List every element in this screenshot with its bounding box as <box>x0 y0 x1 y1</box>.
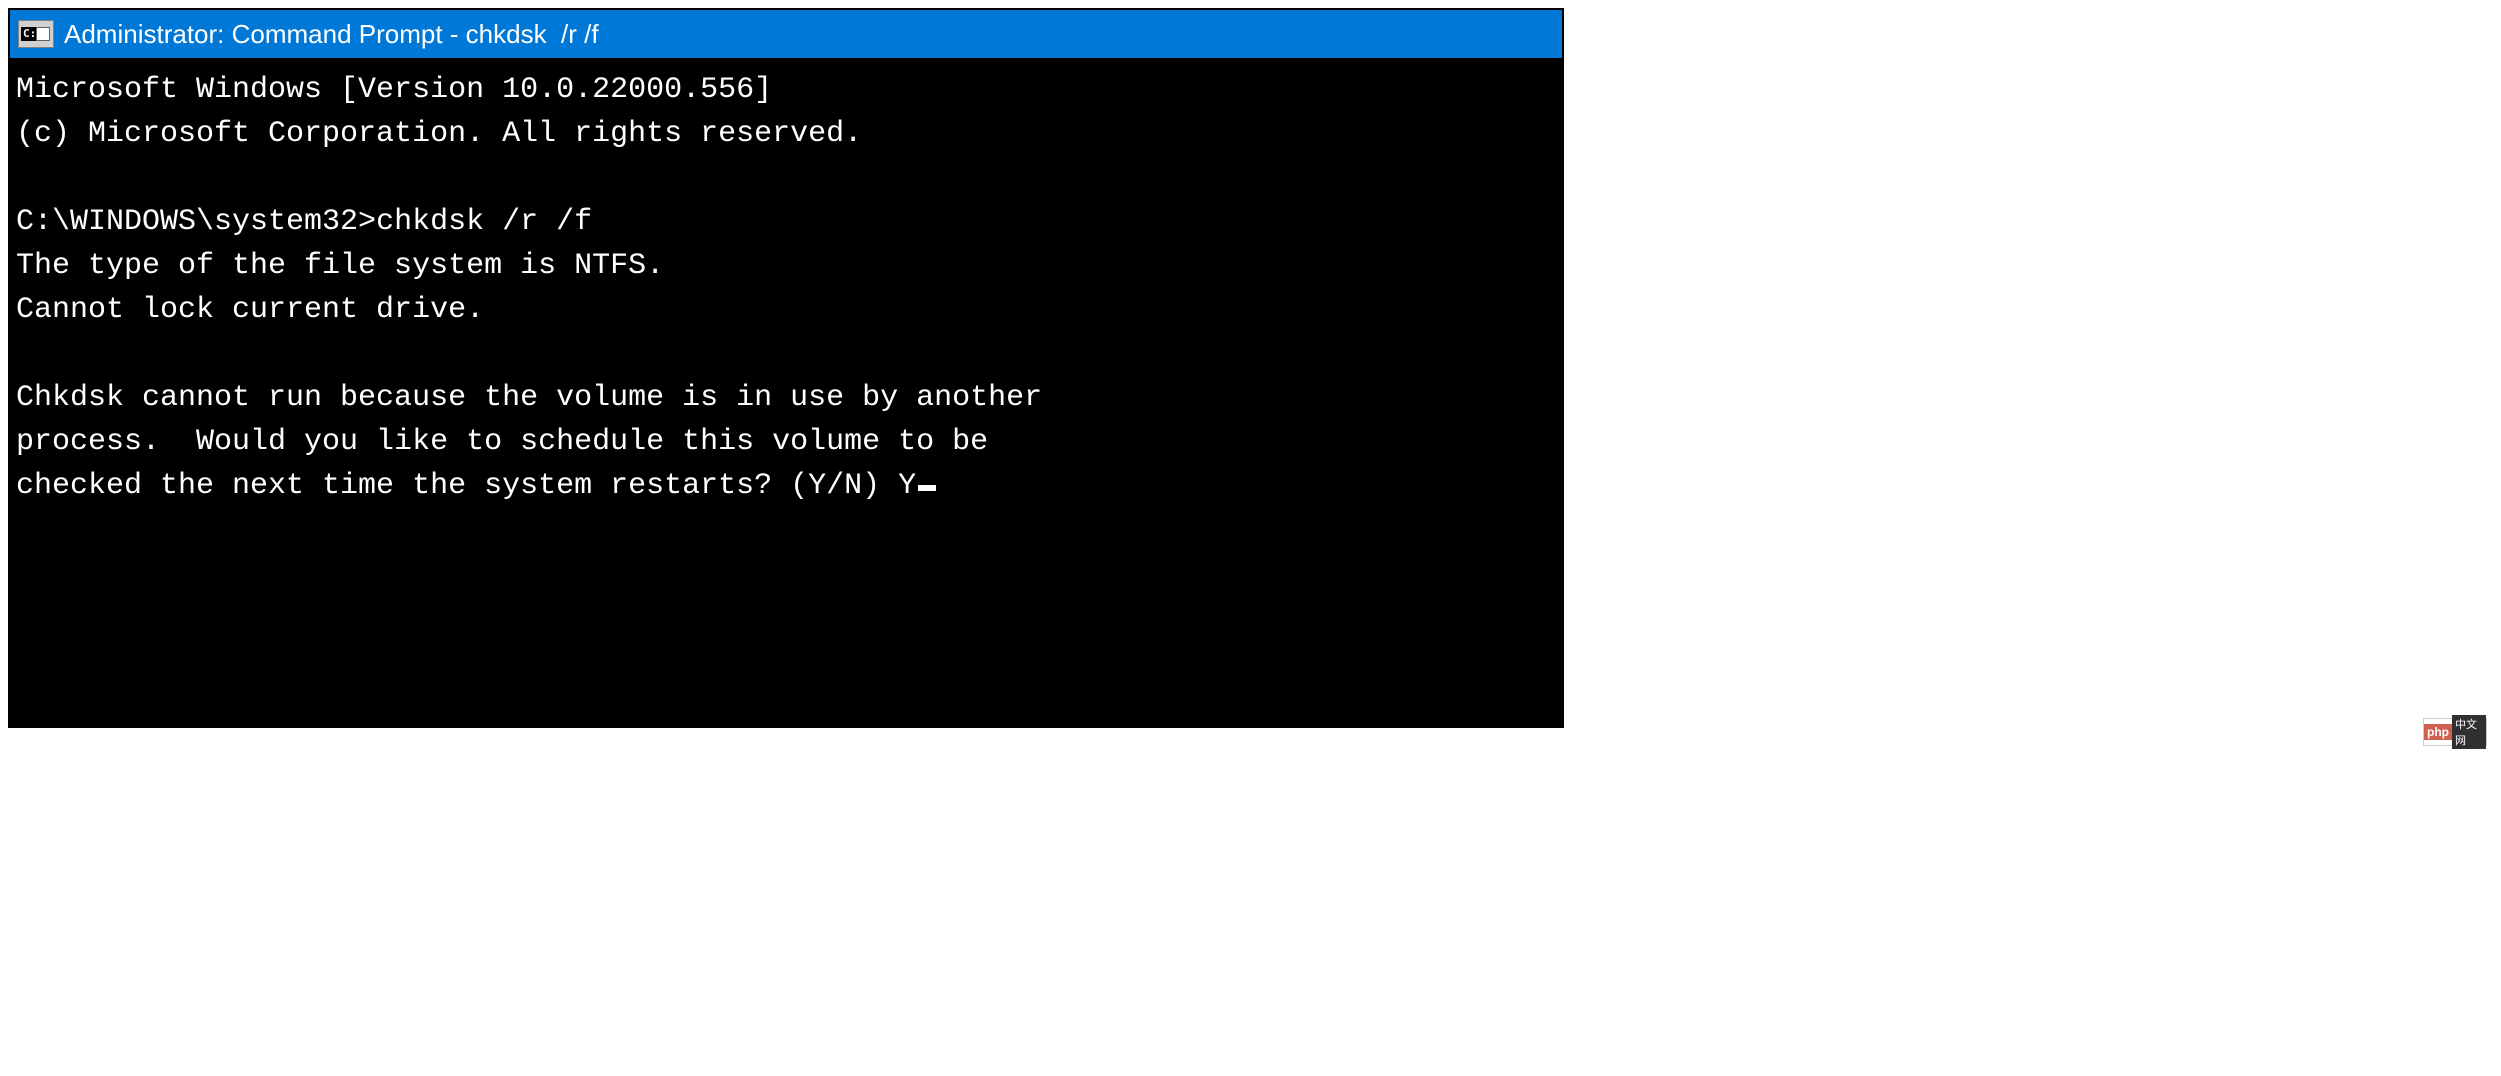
command-prompt-window: C:\ Administrator: Command Prompt - chkd… <box>8 8 1564 728</box>
cursor <box>918 485 936 491</box>
terminal-body[interactable]: Microsoft Windows [Version 10.0.22000.55… <box>10 58 1562 726</box>
watermark-inner: php 中文网 <box>2424 715 2486 749</box>
terminal-input-line: checked the next time the system restart… <box>16 464 1556 508</box>
terminal-line: (c) Microsoft Corporation. All rights re… <box>16 112 1556 156</box>
terminal-line: The type of the file system is NTFS. <box>16 244 1556 288</box>
app-icon-label: C:\ <box>21 27 45 41</box>
terminal-line: Chkdsk cannot run because the volume is … <box>16 376 1556 420</box>
terminal-blank-line <box>16 156 1556 200</box>
watermark-left: php <box>2424 724 2452 740</box>
terminal-text: checked the next time the system restart… <box>16 469 916 503</box>
terminal-prompt-line: C:\WINDOWS\system32>chkdsk /r /f <box>16 200 1556 244</box>
terminal-prompt: C:\WINDOWS\system32> <box>16 205 376 239</box>
title-bar[interactable]: C:\ Administrator: Command Prompt - chkd… <box>10 10 1562 58</box>
terminal-line: Cannot lock current drive. <box>16 288 1556 332</box>
window-title: Administrator: Command Prompt - chkdsk /… <box>64 19 599 50</box>
terminal-line: Microsoft Windows [Version 10.0.22000.55… <box>16 68 1556 112</box>
app-icon: C:\ <box>18 20 54 48</box>
terminal-command: chkdsk /r /f <box>376 205 592 239</box>
watermark-right: 中文网 <box>2452 715 2486 749</box>
terminal-line: process. Would you like to schedule this… <box>16 420 1556 464</box>
watermark-badge: php 中文网 <box>2423 718 2487 746</box>
terminal-blank-line <box>16 332 1556 376</box>
